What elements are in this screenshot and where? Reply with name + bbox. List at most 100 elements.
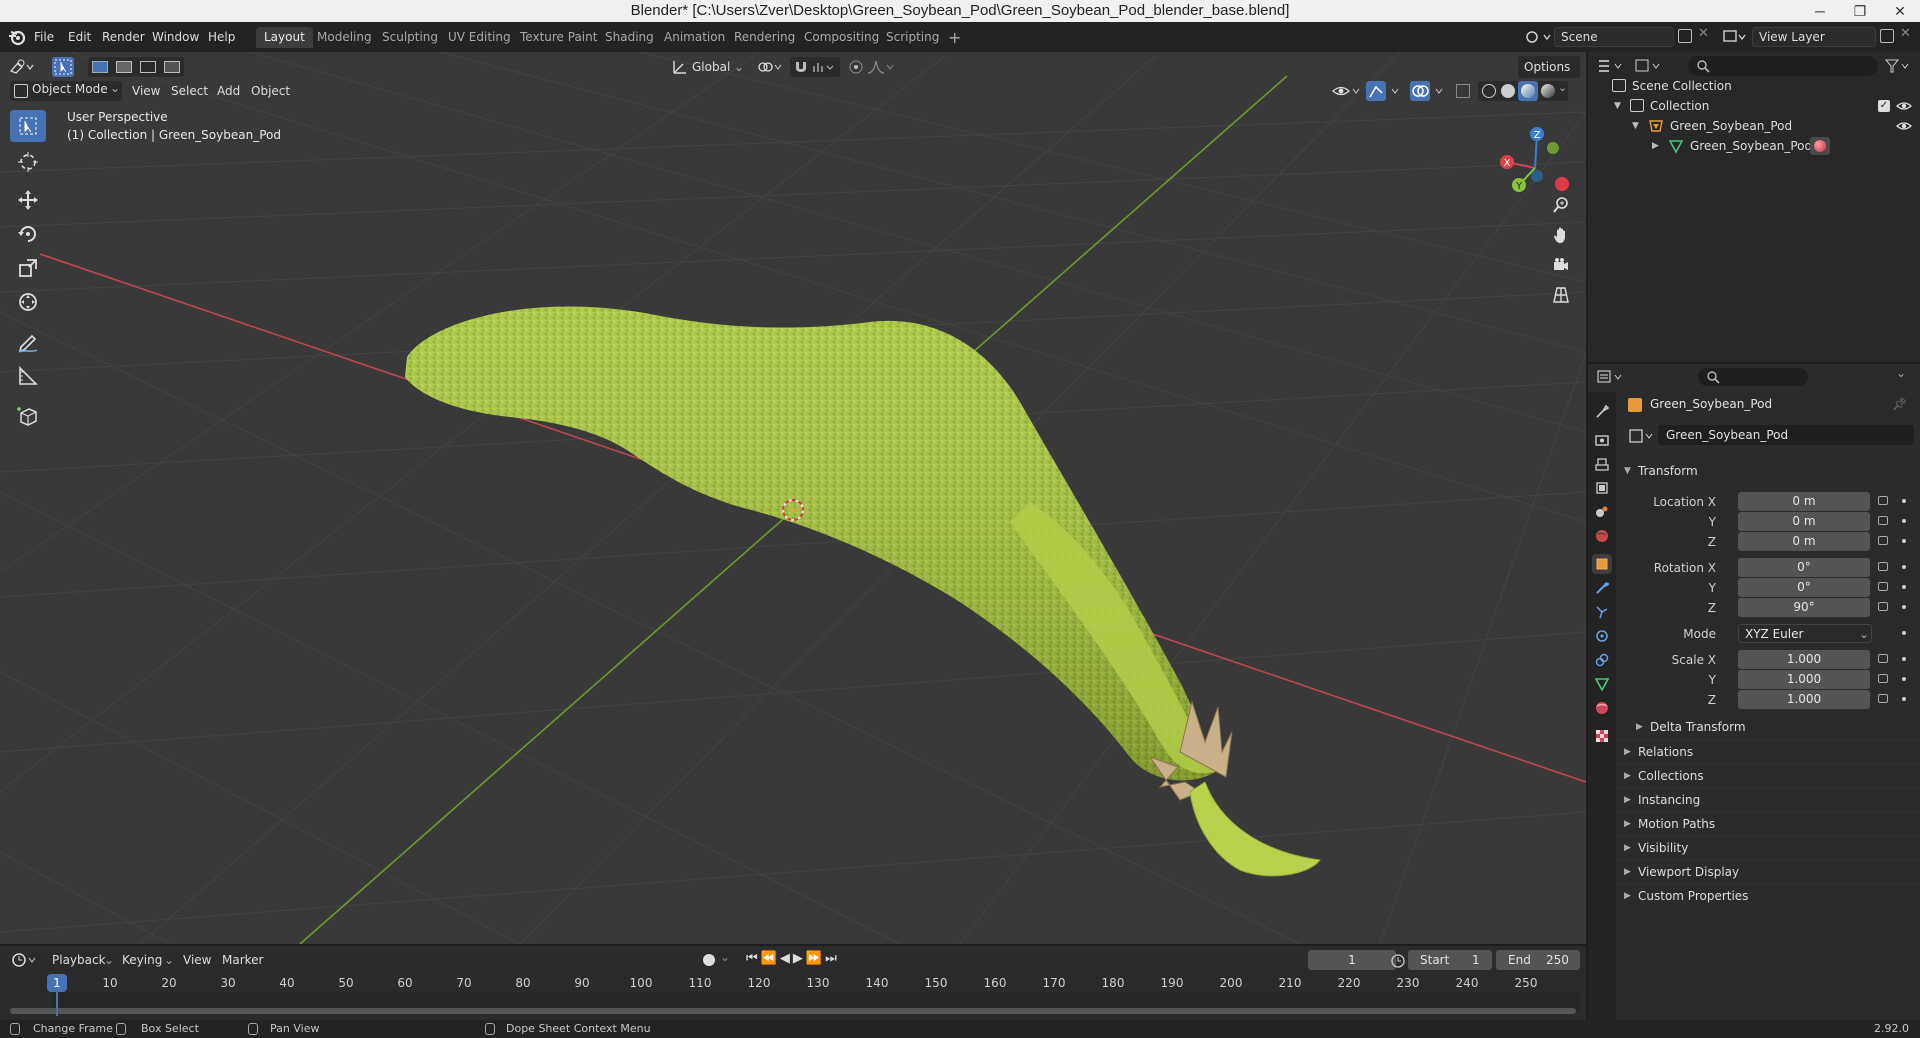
- scale-y-field[interactable]: 1.000: [1738, 670, 1870, 689]
- view-layer-field[interactable]: View Layer: [1752, 27, 1876, 47]
- physics-tab-icon[interactable]: [1592, 626, 1612, 646]
- snap-magnet-icon[interactable]: [794, 60, 808, 74]
- panel-delta-transform[interactable]: ▶ Delta Transform: [1628, 716, 1920, 738]
- pan-hand-icon[interactable]: [1548, 222, 1574, 248]
- transform-tool[interactable]: [10, 286, 46, 318]
- location-y-field[interactable]: 0 m: [1738, 512, 1870, 531]
- options-dropdown[interactable]: Options: [1518, 56, 1580, 78]
- play-reverse-icon[interactable]: ◀: [780, 951, 793, 966]
- menu-view[interactable]: View: [132, 81, 160, 101]
- rotation-y-field[interactable]: 0°: [1738, 578, 1870, 597]
- rendered-shading-icon[interactable]: [1541, 84, 1555, 98]
- current-frame-field[interactable]: 1: [1308, 950, 1396, 970]
- object-data-tab-icon[interactable]: [1592, 674, 1612, 694]
- lock-icon[interactable]: [1878, 694, 1888, 703]
- texture-tab-icon[interactable]: [1592, 726, 1612, 746]
- expand-arrow-icon[interactable]: ▼: [1614, 96, 1621, 116]
- output-tab-icon[interactable]: [1592, 454, 1612, 474]
- chevron-down-icon[interactable]: ⌄: [1896, 366, 1906, 380]
- tool-tab-icon[interactable]: [1592, 402, 1612, 422]
- keyframe-dot-icon[interactable]: [1902, 585, 1906, 589]
- object-name-field[interactable]: Green_Soybean_Pod: [1658, 425, 1914, 445]
- close-button[interactable]: ✕: [1880, 0, 1920, 22]
- xray-toggle-icon[interactable]: [1456, 84, 1470, 98]
- lock-icon[interactable]: [1878, 536, 1888, 545]
- checkbox-icon[interactable]: ✓: [1878, 100, 1890, 112]
- outliner-row-object[interactable]: ▼ Green_Soybean_Pod: [1588, 116, 1920, 136]
- panel-custom-properties[interactable]: ▶ Custom Properties: [1616, 884, 1920, 906]
- solid-shading-icon[interactable]: [1501, 84, 1515, 98]
- panel-viewport-display[interactable]: ▶ Viewport Display: [1616, 860, 1920, 882]
- jump-start-icon[interactable]: ⏮: [746, 951, 761, 966]
- new-scene-icon[interactable]: [1678, 29, 1692, 43]
- rotation-x-field[interactable]: 0°: [1738, 558, 1870, 577]
- add-cube-tool[interactable]: [10, 400, 46, 432]
- new-view-layer-icon[interactable]: [1880, 29, 1894, 43]
- object-tab-icon[interactable]: [1592, 554, 1612, 574]
- rotate-tool[interactable]: [10, 218, 46, 250]
- select-intersect-icon[interactable]: [164, 61, 180, 73]
- lock-icon[interactable]: [1878, 674, 1888, 683]
- keyframe-dot-icon[interactable]: [1902, 605, 1906, 609]
- select-box-tool[interactable]: [10, 110, 46, 142]
- material-shading-icon[interactable]: [1518, 81, 1538, 101]
- start-frame-field[interactable]: Start 1: [1408, 950, 1492, 970]
- proportional-edit-icon[interactable]: [846, 57, 866, 77]
- pin-icon[interactable]: 📌︎: [1892, 397, 1907, 411]
- properties-search-input[interactable]: [1698, 368, 1808, 386]
- keyframe-dot-icon[interactable]: [1902, 499, 1906, 503]
- lock-icon[interactable]: [1878, 602, 1888, 611]
- scale-x-field[interactable]: 1.000: [1738, 650, 1870, 669]
- scale-tool[interactable]: [10, 252, 46, 284]
- timeline-editor-type-icon[interactable]: [10, 950, 40, 970]
- perspective-toggle-icon[interactable]: [1548, 282, 1574, 308]
- view-layer-tab-icon[interactable]: [1592, 478, 1612, 498]
- jump-end-icon[interactable]: ⏭: [825, 951, 840, 966]
- location-x-field[interactable]: 0 m: [1738, 492, 1870, 511]
- rotation-mode-dropdown[interactable]: XYZ Euler ⌄: [1738, 624, 1872, 643]
- rotation-z-field[interactable]: 90°: [1738, 598, 1870, 617]
- location-z-field[interactable]: 0 m: [1738, 532, 1870, 551]
- delete-view-layer-icon[interactable]: ✕: [1900, 26, 1911, 41]
- next-keyframe-icon[interactable]: ⏩: [806, 951, 825, 966]
- panel-transform[interactable]: ▼ Transform: [1616, 460, 1920, 482]
- overlay-toggle-icon[interactable]: [1410, 81, 1450, 101]
- tab-scripting[interactable]: Scripting: [878, 27, 947, 48]
- expand-arrow-icon[interactable]: ▼: [1632, 116, 1639, 136]
- lock-icon[interactable]: [1878, 516, 1888, 525]
- constraints-tab-icon[interactable]: [1592, 650, 1612, 670]
- blender-logo-icon[interactable]: [8, 28, 26, 46]
- menu-file[interactable]: File: [34, 28, 54, 46]
- keyframe-dot-icon[interactable]: [1902, 697, 1906, 701]
- transform-orientation-icon[interactable]: [670, 57, 690, 77]
- zoom-icon[interactable]: [1548, 192, 1574, 218]
- pivot-point-icon[interactable]: [756, 58, 784, 76]
- stopwatch-icon[interactable]: [1390, 952, 1406, 968]
- minimize-button[interactable]: ─: [1800, 0, 1840, 22]
- outliner-row-mesh[interactable]: ▶ Green_Soybean_Pod: [1588, 136, 1920, 156]
- panel-visibility[interactable]: ▶ Visibility: [1616, 836, 1920, 858]
- menu-edit[interactable]: Edit: [68, 28, 91, 46]
- scene-name-field[interactable]: Scene: [1554, 27, 1674, 47]
- tab-uv-editing[interactable]: UV Editing: [440, 27, 519, 48]
- scene-selector-icon[interactable]: [1524, 28, 1552, 46]
- tab-compositing[interactable]: Compositing: [796, 27, 887, 48]
- visibility-eye-icon[interactable]: [1330, 81, 1362, 101]
- scale-z-field[interactable]: 1.000: [1738, 690, 1870, 709]
- menu-keying[interactable]: Keying: [122, 950, 162, 970]
- particles-tab-icon[interactable]: [1592, 602, 1612, 622]
- menu-render[interactable]: Render: [102, 28, 145, 46]
- menu-window[interactable]: Window: [152, 28, 199, 46]
- select-mode-button[interactable]: [52, 57, 74, 77]
- tab-modeling[interactable]: Modeling: [309, 27, 380, 48]
- menu-marker[interactable]: Marker: [222, 950, 263, 970]
- lock-icon[interactable]: [1878, 496, 1888, 505]
- display-mode-icon[interactable]: [1634, 56, 1664, 76]
- keyframe-dot-icon[interactable]: [1902, 631, 1906, 635]
- tab-animation[interactable]: Animation: [656, 27, 733, 48]
- 3d-viewport[interactable]: User Perspective (1) Collection | Green_…: [0, 52, 1586, 944]
- menu-help[interactable]: Help: [208, 28, 235, 46]
- select-subtract-icon[interactable]: [140, 61, 156, 73]
- lock-icon[interactable]: [1878, 582, 1888, 591]
- end-frame-field[interactable]: End 250: [1496, 950, 1580, 970]
